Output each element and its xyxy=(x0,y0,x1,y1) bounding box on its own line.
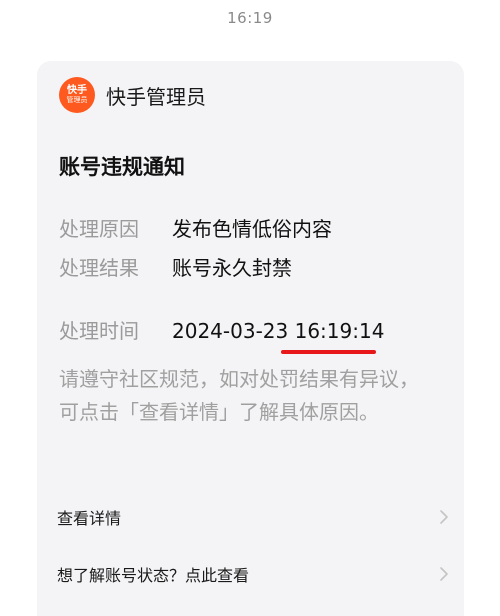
field-label: 处理原因 xyxy=(59,217,139,241)
notice-description: 请遵守社区规范，如对处罚结果有异议，可点击「查看详情」了解具体原因。 xyxy=(59,367,419,424)
field-result: 处理结果 账号永久封禁 xyxy=(59,252,292,281)
message-sender: 快手 管理员 快手管理员 xyxy=(59,77,206,113)
field-label: 处理时间 xyxy=(59,319,139,343)
sender-name: 快手管理员 xyxy=(106,84,206,109)
view-details-label: 查看详情 xyxy=(57,509,122,528)
field-value: 2024-03-23 16:19:14 xyxy=(172,319,385,343)
field-value: 发布色情低俗内容 xyxy=(172,217,332,241)
field-value: 账号永久封禁 xyxy=(172,256,292,280)
avatar: 快手 管理员 xyxy=(59,77,95,113)
notification-card: 快手 管理员 快手管理员 账号违规通知 处理原因 发布色情低俗内容 处理结果 账… xyxy=(37,61,464,616)
field-label: 处理结果 xyxy=(59,256,139,280)
field-time: 处理时间 2024-03-23 16:19:14 xyxy=(59,315,384,344)
account-status-link[interactable]: 想了解账号状态？点此查看 xyxy=(57,559,452,589)
avatar-text-line1: 快手 xyxy=(67,85,87,97)
red-underline-annotation xyxy=(281,350,376,354)
field-reason: 处理原因 发布色情低俗内容 xyxy=(59,213,332,242)
chevron-right-icon xyxy=(436,566,452,582)
avatar-text-line2: 管理员 xyxy=(66,95,88,104)
view-details-link[interactable]: 查看详情 xyxy=(57,502,452,532)
notice-title: 账号违规通知 xyxy=(59,155,185,179)
status-time: 16:19 xyxy=(227,9,273,27)
chevron-right-icon xyxy=(436,509,452,525)
account-status-label: 想了解账号状态？点此查看 xyxy=(57,566,250,585)
